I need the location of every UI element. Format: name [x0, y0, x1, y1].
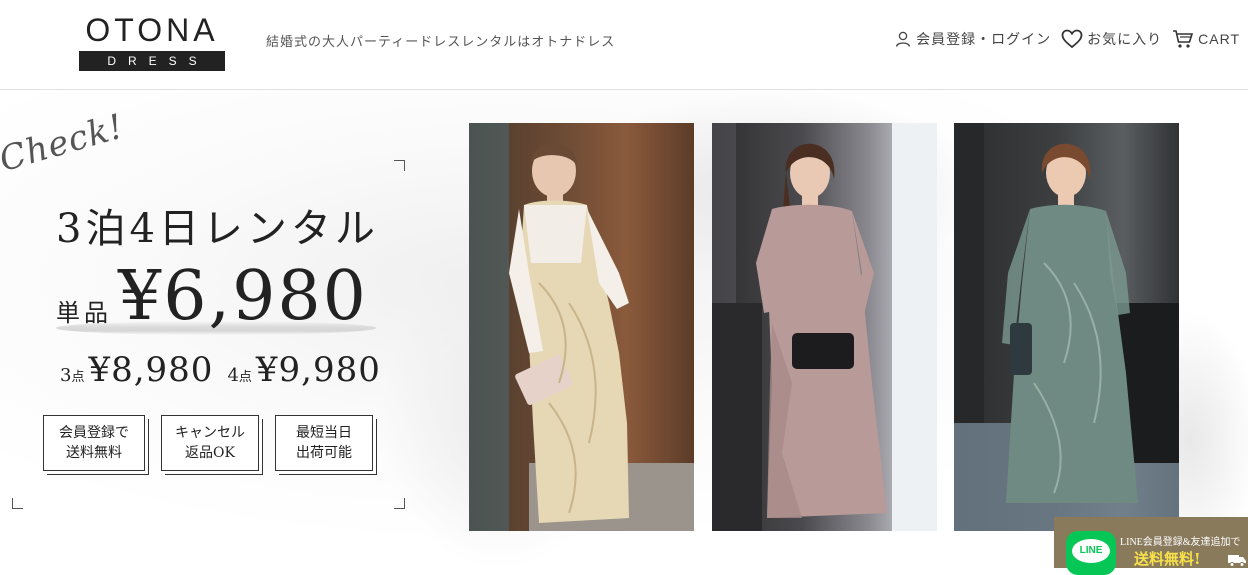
site-header: OTONA DRESS 結婚式の大人パーティードレスレンタルはオトナドレス 会員… [0, 0, 1248, 90]
favorites-label: お気に入り [1087, 31, 1163, 47]
bundle-price-value: ¥8,980 [88, 350, 214, 390]
model-photo-cream-lace-dress[interactable] [469, 123, 694, 531]
line-logo-text: LINE [1072, 539, 1110, 563]
user-icon [895, 31, 911, 47]
bundle-count: 4 [227, 365, 239, 386]
single-price: 単品 ¥6,980 [56, 258, 368, 336]
badge-line: キャンセル [175, 425, 245, 441]
feature-badges: 会員登録で 送料無料 キャンセル 返品OK 最短当日 出荷可能 [43, 415, 373, 471]
line-banner-highlight: 送料無料! [1134, 550, 1201, 568]
line-signup-banner[interactable]: LINE LINE会員登録&友達追加で 送料無料! [1054, 517, 1248, 575]
line-banner-caption: LINE会員登録&友達追加で [1120, 537, 1241, 548]
heart-icon [1061, 29, 1083, 49]
cancel-return-badge: キャンセル 返品OK [161, 415, 259, 471]
badge-line: 送料無料 [66, 445, 122, 461]
model-photo-mauve-dress[interactable] [712, 123, 937, 531]
bundle-unit: 点 [71, 370, 85, 385]
frame-corner [394, 160, 405, 171]
truck-icon [1228, 555, 1246, 567]
bundle-price-4: 4 点 ¥9,980 [227, 350, 380, 390]
login-link[interactable]: 会員登録・ログイン [894, 29, 1051, 49]
favorites-link[interactable]: お気に入り [1061, 29, 1162, 49]
badge-line: 返品OK [185, 445, 235, 461]
single-price-value: ¥6,980 [118, 257, 368, 336]
same-day-shipping-badge: 最短当日 出荷可能 [275, 415, 373, 471]
badge-line: 出荷可能 [296, 445, 352, 461]
bundle-price-value: ¥9,980 [255, 350, 381, 390]
line-logo-icon: LINE [1066, 531, 1116, 575]
site-tagline: 結婚式の大人パーティードレスレンタルはオトナドレス [266, 34, 616, 49]
badge-line: 会員登録で [59, 425, 129, 441]
single-price-label: 単品 [56, 299, 112, 327]
bundle-unit: 点 [238, 370, 252, 385]
cart-link[interactable]: CART [1172, 29, 1240, 49]
site-logo[interactable]: OTONA DRESS [79, 13, 225, 71]
badge-line: 最短当日 [296, 425, 352, 441]
bundle-prices: 3 点 ¥8,980 4 点 ¥9,980 [60, 350, 381, 390]
cart-icon [1173, 30, 1194, 48]
free-shipping-badge: 会員登録で 送料無料 [43, 415, 145, 471]
header-nav: 会員登録・ログイン お気に入り CART [894, 29, 1240, 49]
bundle-count: 3 [60, 365, 72, 386]
logo-sub-text: DRESS [79, 51, 225, 71]
photo-illustration [469, 123, 694, 531]
photo-illustration [712, 123, 937, 531]
login-label: 会員登録・ログイン [916, 31, 1052, 47]
frame-corner [12, 498, 23, 509]
cart-label: CART [1198, 31, 1240, 47]
frame-corner [394, 498, 405, 509]
model-photo-green-lace-dress[interactable] [954, 123, 1179, 531]
rental-plan-title: 3泊4日レンタル [56, 206, 379, 252]
bundle-price-3: 3 点 ¥8,980 [60, 350, 213, 390]
logo-main-text: OTONA [85, 12, 219, 48]
photo-illustration [954, 123, 1179, 531]
